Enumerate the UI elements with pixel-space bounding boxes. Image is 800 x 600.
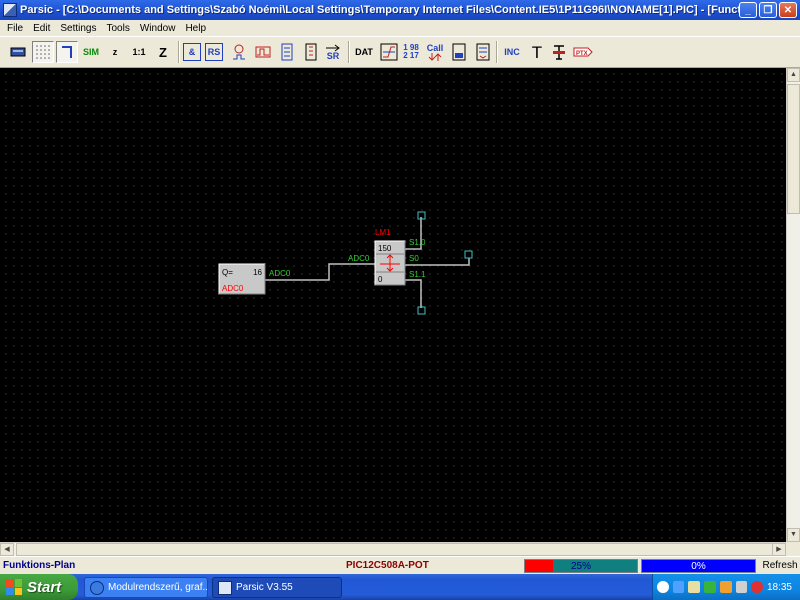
counter-bottom-label: 2 17 bbox=[403, 51, 419, 60]
refresh-button[interactable]: Refresh bbox=[760, 559, 800, 573]
data-button[interactable]: DAT bbox=[353, 41, 375, 63]
text-tool-button[interactable]: T bbox=[526, 41, 548, 63]
start-label: Start bbox=[27, 578, 62, 596]
browser-icon bbox=[90, 580, 104, 595]
call-button[interactable]: Call bbox=[424, 41, 446, 63]
menu-window[interactable]: Window bbox=[135, 23, 181, 34]
vertical-scroll-thumb[interactable] bbox=[787, 84, 800, 214]
restore-button[interactable]: ❐ bbox=[759, 2, 777, 18]
lm-output-lower-label: S1.1 bbox=[409, 270, 426, 279]
taskbar-item-label: Parsic V3.55 bbox=[236, 582, 293, 593]
adc-output-label: ADC0 bbox=[269, 269, 291, 278]
menu-bar: File Edit Settings Tools Window Help bbox=[0, 20, 800, 36]
and-gate-button[interactable]: & bbox=[183, 43, 201, 61]
scroll-up-icon[interactable]: ▲ bbox=[787, 68, 800, 82]
counter-button[interactable]: 1 98 2 17 bbox=[400, 41, 422, 63]
bluetooth-icon[interactable] bbox=[672, 581, 685, 593]
start-button[interactable]: Start bbox=[0, 574, 78, 600]
memory-usage-label: 25% bbox=[570, 561, 591, 572]
toolbar-separator bbox=[178, 41, 180, 63]
lm-input-label: ADC0 bbox=[348, 254, 370, 263]
timer-icon[interactable] bbox=[228, 41, 250, 63]
menu-edit[interactable]: Edit bbox=[28, 23, 55, 34]
vertical-scrollbar[interactable]: ▲ ▼ bbox=[786, 68, 800, 542]
horizontal-scrollbar[interactable]: ◀ ▶ bbox=[0, 542, 786, 556]
taskbar: Start Modulrendszerű, graf... Parsic V3.… bbox=[0, 574, 800, 600]
wire-tool-icon[interactable] bbox=[56, 41, 78, 63]
output-pin-s0[interactable] bbox=[464, 250, 473, 259]
zoom-out-button[interactable]: z bbox=[104, 41, 126, 63]
rs-flipflop-button[interactable]: RS bbox=[205, 43, 223, 61]
taskbar-item-parsic[interactable]: Parsic V3.55 bbox=[212, 577, 342, 598]
menu-file[interactable]: File bbox=[2, 23, 28, 34]
back-arrow-icon[interactable] bbox=[657, 581, 669, 593]
multiplexer-icon[interactable] bbox=[300, 41, 322, 63]
pulse-icon[interactable] bbox=[252, 41, 274, 63]
security-icon[interactable] bbox=[719, 581, 732, 593]
menu-settings[interactable]: Settings bbox=[55, 23, 101, 34]
window-title: Parsic - [C:\Documents and Settings\Szab… bbox=[20, 4, 739, 16]
menu-tools[interactable]: Tools bbox=[102, 23, 135, 34]
scroll-left-icon[interactable]: ◀ bbox=[0, 543, 14, 556]
windows-logo-icon bbox=[6, 579, 22, 595]
status-bar: Funktions-Plan PIC12C508A-POT 25% 0% Ref… bbox=[0, 556, 800, 574]
mail-icon[interactable] bbox=[735, 581, 748, 593]
mode-status: Funktions-Plan bbox=[3, 560, 76, 571]
close-button[interactable]: ✕ bbox=[779, 2, 797, 18]
call-label: Call bbox=[426, 42, 444, 53]
alert-icon[interactable] bbox=[751, 581, 763, 593]
scroll-down-icon[interactable]: ▼ bbox=[787, 528, 800, 542]
lm-upper-value: 150 bbox=[378, 244, 392, 253]
adc-name: ADC0 bbox=[222, 284, 244, 293]
lm-output-upper-label: S1.0 bbox=[409, 238, 426, 247]
toolbar: SIM z 1:1 Z & RS SR DAT 1 98 2 17 Call I… bbox=[0, 36, 800, 68]
schmitt-trigger-icon[interactable] bbox=[378, 41, 400, 63]
text-marker-icon[interactable] bbox=[548, 41, 570, 63]
parsic-icon bbox=[218, 580, 232, 595]
minimize-button[interactable]: _ bbox=[739, 2, 757, 18]
memory-usage-bar: 25% bbox=[524, 559, 638, 573]
byte-register-icon[interactable] bbox=[472, 41, 494, 63]
output-pin-s11[interactable] bbox=[417, 306, 426, 315]
sr-label: SR bbox=[326, 50, 340, 61]
lm-output-mid-label: S0 bbox=[409, 254, 419, 263]
svg-text:PTX: PTX bbox=[576, 51, 588, 57]
shift-register-icon[interactable] bbox=[276, 41, 298, 63]
zoom-in-button[interactable]: Z bbox=[152, 41, 174, 63]
title-bar: Parsic - [C:\Documents and Settings\Szab… bbox=[0, 0, 800, 20]
system-tray: 18:35 bbox=[652, 574, 800, 600]
sr-button[interactable]: SR bbox=[322, 41, 344, 63]
increment-button[interactable]: INC bbox=[501, 41, 523, 63]
user-icon[interactable] bbox=[688, 581, 701, 593]
zoom-reset-button[interactable]: 1:1 bbox=[128, 41, 150, 63]
scroll-right-icon[interactable]: ▶ bbox=[772, 543, 786, 556]
horizontal-scroll-thumb[interactable] bbox=[16, 543, 774, 556]
scroll-corner bbox=[786, 542, 800, 556]
ram-usage-label: 0% bbox=[691, 561, 706, 572]
adc-q-label: Q= bbox=[222, 268, 233, 277]
toolbar-separator bbox=[496, 41, 498, 63]
app-icon[interactable] bbox=[3, 3, 17, 17]
wire-s11[interactable] bbox=[405, 279, 422, 308]
analog-display-icon[interactable] bbox=[448, 41, 470, 63]
lm-block-name: LM1 bbox=[375, 228, 391, 237]
device-status: PIC12C508A-POT bbox=[346, 560, 429, 571]
pin-label-icon[interactable]: PTX bbox=[572, 41, 594, 63]
network-icon[interactable] bbox=[704, 581, 716, 593]
component-library-icon[interactable] bbox=[8, 41, 30, 63]
taskbar-item-browser[interactable]: Modulrendszerű, graf... bbox=[84, 577, 208, 598]
ram-usage-bar: 0% bbox=[641, 559, 756, 573]
function-sheet-canvas[interactable]: Q= 16 ADC0 ADC0 LM1 150 0 ADC0 S1.0 S0 S… bbox=[0, 68, 786, 542]
taskbar-item-label: Modulrendszerű, graf... bbox=[108, 582, 208, 593]
menu-help[interactable]: Help bbox=[180, 23, 211, 34]
simulation-button[interactable]: SIM bbox=[80, 41, 102, 63]
grid-toggle-icon[interactable] bbox=[32, 41, 54, 63]
toolbar-separator bbox=[348, 41, 350, 63]
clock: 18:35 bbox=[766, 581, 792, 593]
adc-value: 16 bbox=[253, 268, 262, 277]
lm-lower-value: 0 bbox=[378, 275, 383, 284]
